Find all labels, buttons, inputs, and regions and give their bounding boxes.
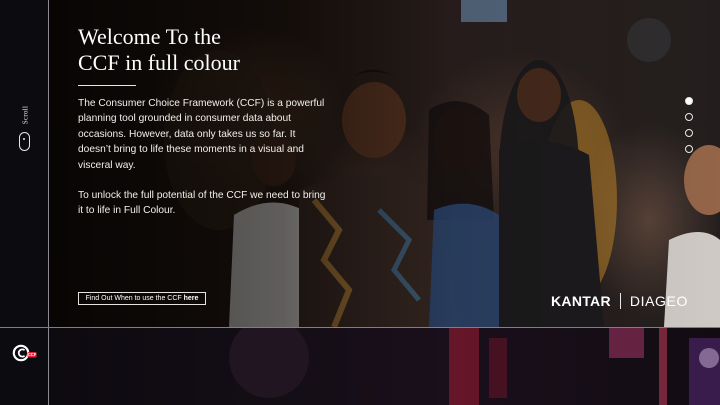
title-line-1: Welcome To the (78, 24, 221, 49)
ccf-logo[interactable]: CCF (12, 343, 38, 363)
partner-logos: KANTAR DIAGEO (551, 292, 688, 310)
scroll-label: Scroll (21, 105, 29, 125)
intro-paragraph-2: To unlock the full potential of the CCF … (78, 190, 326, 217)
section-divider (0, 327, 720, 328)
intro-text: The Consumer Choice Framework (CCF) is a… (78, 96, 330, 234)
cta-text: Find Out When to use the CCF (85, 295, 184, 302)
logo-separator (619, 293, 621, 309)
mouse-scroll-icon (19, 132, 30, 151)
page-title: Welcome To the CCF in full colour (78, 24, 338, 76)
left-rail: Scroll CCF (0, 0, 49, 405)
diageo-logo: DIAGEO (629, 293, 688, 309)
slide-dot-3[interactable] (685, 129, 693, 137)
kantar-logo: KANTAR (551, 293, 611, 309)
scroll-indicator[interactable]: Scroll (14, 104, 36, 156)
slide-pagination (685, 97, 695, 157)
slide-dot-4[interactable] (685, 145, 693, 153)
slide-dot-1[interactable] (685, 97, 693, 105)
title-line-2: CCF in full colour (78, 50, 240, 75)
title-divider (78, 85, 136, 86)
intro-paragraph-1: The Consumer Choice Framework (CCF) is a… (78, 98, 325, 171)
cta-link[interactable]: here (184, 295, 199, 302)
scroll-label-wrap: Scroll (16, 105, 34, 125)
hero-section: Welcome To the CCF in full colour The Co… (49, 0, 720, 327)
slide-dot-2[interactable] (685, 113, 693, 121)
find-out-button[interactable]: Find Out When to use the CCF here (78, 292, 206, 305)
logo-text: CCF (28, 352, 37, 357)
next-section-preview (49, 328, 720, 405)
bokeh-photo (229, 328, 720, 405)
